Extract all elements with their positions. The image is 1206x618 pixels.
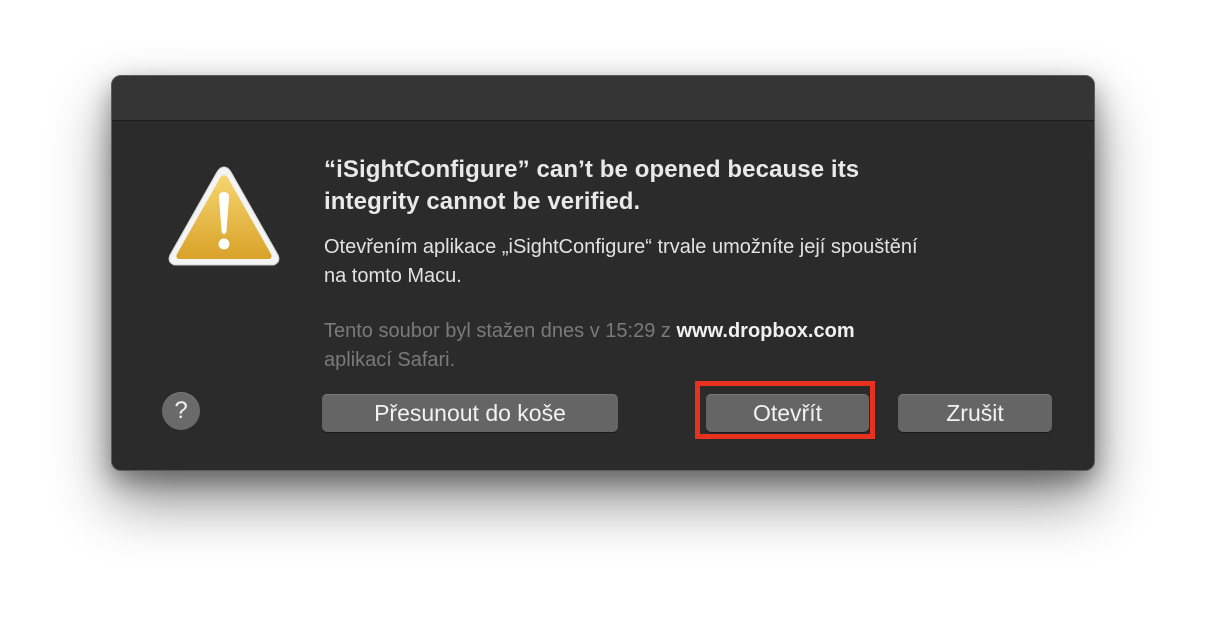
download-info-prefix: Tento soubor byl stažen dnes v 15:29 z	[324, 320, 677, 342]
dialog-titlebar[interactable]	[112, 76, 1094, 121]
download-info-line-2: aplikací Safari.	[324, 349, 456, 371]
dialog-message: Otevřením aplikace „iSightConfigure“ trv…	[324, 233, 1044, 291]
download-info-line-1: Tento soubor byl stažen dnes v 15:29 z w…	[324, 317, 1044, 346]
open-button-highlight	[695, 381, 875, 439]
help-button[interactable]: ?	[162, 392, 200, 430]
dialog-title-line-1: “iSightConfigure” can’t be opened becaus…	[324, 156, 860, 183]
cancel-button[interactable]: Zrušit	[898, 394, 1052, 432]
dialog-title: “iSightConfigure” can’t be opened becaus…	[324, 154, 1044, 218]
warning-triangle-icon	[168, 166, 280, 266]
screen: “iSightConfigure” can’t be opened becaus…	[0, 0, 1206, 618]
download-source-domain: www.dropbox.com	[676, 320, 855, 342]
download-info: Tento soubor byl stažen dnes v 15:29 z w…	[324, 317, 1044, 375]
dialog-title-line-2: integrity cannot be verified.	[324, 188, 641, 215]
dialog-message-line-2: na tomto Macu.	[324, 265, 462, 287]
alert-dialog: “iSightConfigure” can’t be opened becaus…	[111, 75, 1095, 471]
dialog-message-line-1: Otevřením aplikace „iSightConfigure“ trv…	[324, 236, 918, 258]
move-to-trash-button[interactable]: Přesunout do koše	[322, 394, 618, 432]
